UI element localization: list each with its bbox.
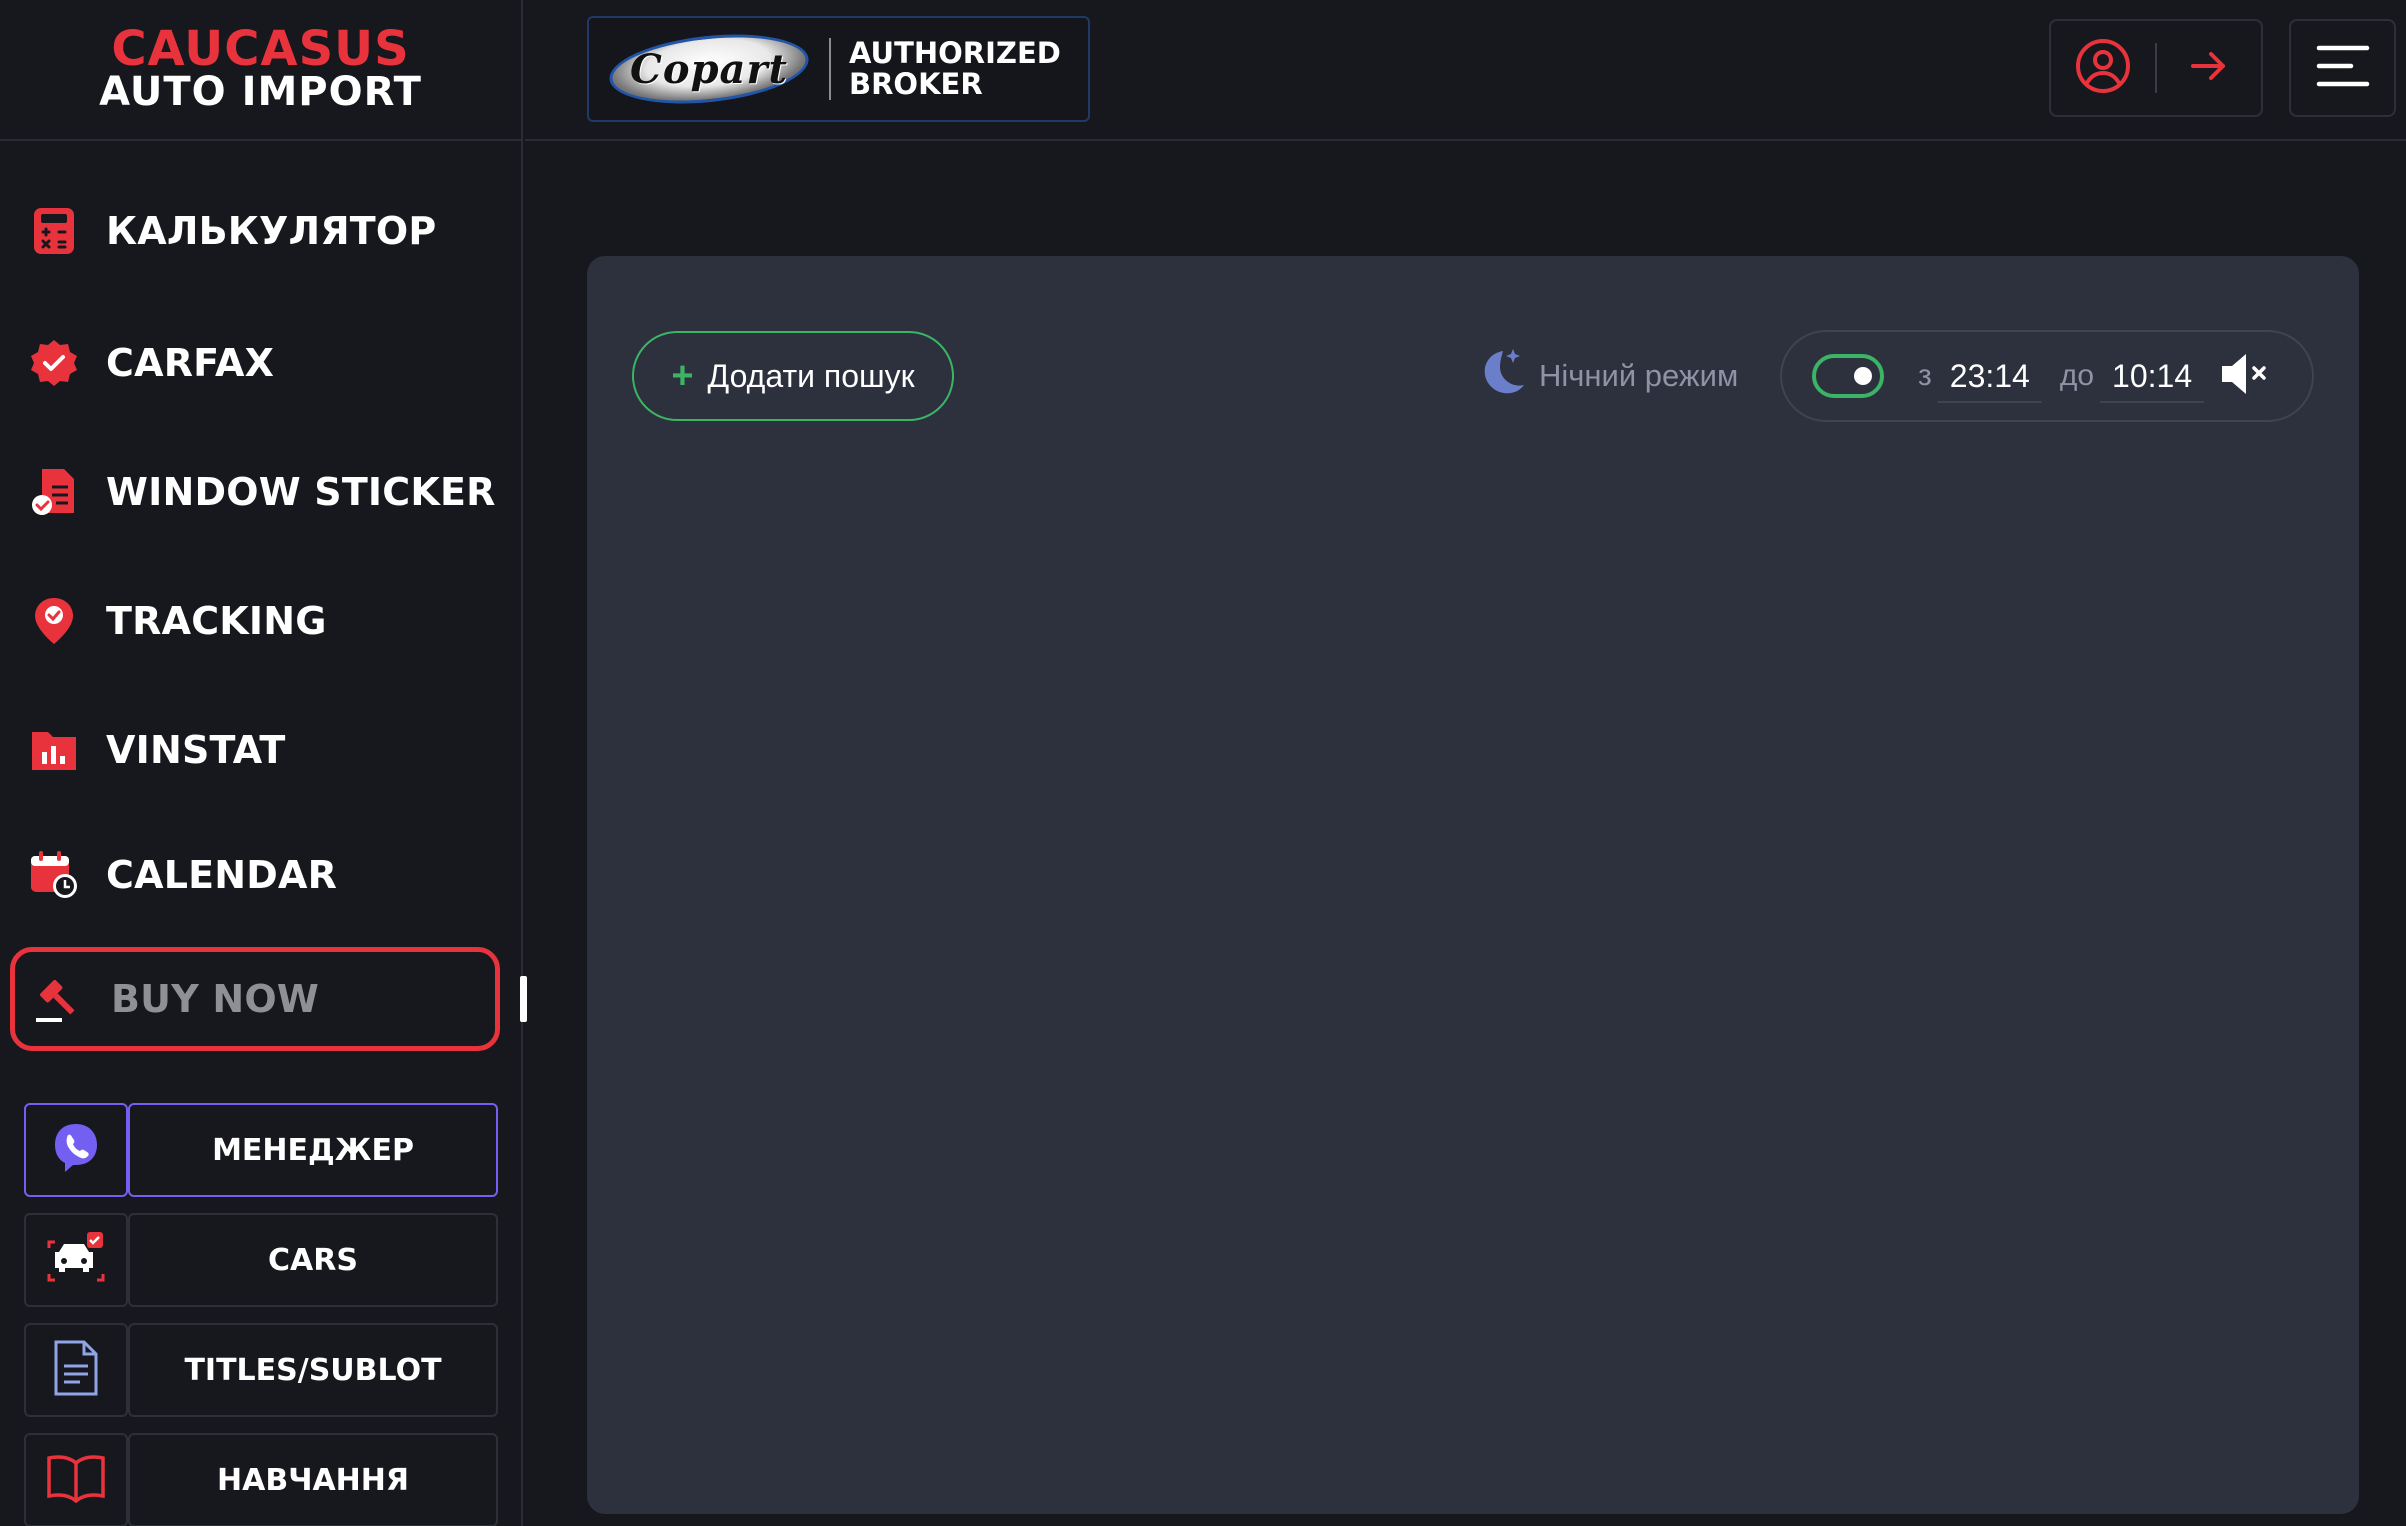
training-button[interactable]: НАВЧАННЯ xyxy=(24,1433,498,1526)
open-book-icon xyxy=(45,1453,107,1508)
gavel-icon xyxy=(33,973,85,1025)
nav-label: BUY NOW xyxy=(111,977,319,1021)
nav-item-buy-now[interactable]: BUY NOW xyxy=(10,947,500,1051)
viber-icon-box xyxy=(24,1103,128,1197)
scrollbar-thumb[interactable] xyxy=(520,976,527,1022)
viber-icon xyxy=(51,1121,101,1180)
add-search-label: Додати пошук xyxy=(707,357,915,394)
copart-logo-text: Copart xyxy=(630,45,788,93)
plus-icon: + xyxy=(671,354,694,397)
nav-item-calendar[interactable]: CALENDAR xyxy=(0,825,500,925)
nav-item-window-sticker[interactable]: WINDOW STICKER xyxy=(0,442,500,542)
manager-button[interactable]: МЕНЕДЖЕР xyxy=(24,1103,498,1197)
hamburger-menu-button[interactable] xyxy=(2289,19,2396,117)
nav-label: CALENDAR xyxy=(106,853,338,897)
night-mode-text: Нічний режим xyxy=(1539,358,1739,393)
calendar-clock-icon xyxy=(28,849,80,901)
quick-label: TITLES/SUBLOT xyxy=(128,1323,498,1417)
top-header: Copart AUTHORIZED BROKER xyxy=(525,0,2406,141)
add-search-button[interactable]: + Додати пошук xyxy=(632,331,954,421)
from-label: з xyxy=(1918,359,1932,392)
night-mode-label-group: Нічний режим xyxy=(1475,348,1738,404)
hamburger-icon xyxy=(2315,43,2371,94)
search-panel: + Додати пошук Нічний режим з 23:14 до 1… xyxy=(587,256,2359,1514)
copart-broker-badge[interactable]: Copart AUTHORIZED BROKER xyxy=(587,16,1090,122)
logo-line-2: AUTO IMPORT xyxy=(99,68,422,115)
arrow-right-icon xyxy=(2189,49,2229,88)
badge-check-icon xyxy=(28,337,80,389)
login-button[interactable] xyxy=(2157,19,2261,117)
user-circle-icon xyxy=(2075,38,2131,99)
document-check-icon xyxy=(28,466,80,518)
quick-label: МЕНЕДЖЕР xyxy=(128,1103,498,1197)
logo-line-1: CAUCASUS xyxy=(111,20,410,77)
from-time-input[interactable]: 23:14 xyxy=(1937,358,2042,403)
brand-logo[interactable]: CAUCASUS AUTO IMPORT xyxy=(0,0,521,141)
titles-icon-box xyxy=(24,1323,128,1417)
badge-divider xyxy=(829,38,831,100)
nav-label: CARFAX xyxy=(106,341,275,385)
broker-line-2: BROKER xyxy=(849,67,983,101)
nav-item-tracking[interactable]: TRACKING xyxy=(0,571,500,671)
account-group xyxy=(2049,19,2263,117)
nav-label: VINSTAT xyxy=(106,728,286,772)
to-time-input[interactable]: 10:14 xyxy=(2100,358,2205,403)
night-mode-toggle[interactable] xyxy=(1812,354,1884,398)
copart-logo: Copart xyxy=(606,25,812,113)
quick-label: CARS xyxy=(128,1213,498,1307)
nav-item-vinstat[interactable]: VINSTAT xyxy=(0,700,500,800)
sound-mute-button[interactable] xyxy=(2218,351,2270,402)
nav-item-carfax[interactable]: CARFAX xyxy=(0,313,500,413)
nav-item-calculator[interactable]: КАЛЬКУЛЯТОР xyxy=(0,181,500,281)
nav-label: TRACKING xyxy=(106,599,327,643)
training-icon-box xyxy=(24,1433,128,1526)
titles-sublot-button[interactable]: TITLES/SUBLOT xyxy=(24,1323,498,1417)
to-label: до xyxy=(2059,359,2095,392)
nav-label: КАЛЬКУЛЯТОР xyxy=(106,209,437,253)
location-pin-icon xyxy=(28,595,80,647)
broker-text: AUTHORIZED BROKER xyxy=(849,38,1061,100)
sidebar: CAUCASUS AUTO IMPORT КАЛЬКУЛЯТОР CARFAX … xyxy=(0,0,527,1526)
broker-line-1: AUTHORIZED xyxy=(849,36,1061,70)
cars-icon-box xyxy=(24,1213,128,1307)
car-check-icon xyxy=(45,1230,107,1291)
nav-label: WINDOW STICKER xyxy=(106,470,496,514)
speaker-mute-icon xyxy=(2222,353,2266,394)
night-mode-schedule: з 23:14 до 10:14 xyxy=(1780,330,2314,422)
profile-button[interactable] xyxy=(2051,19,2155,117)
calculator-icon xyxy=(28,205,80,257)
toggle-knob xyxy=(1854,367,1872,385)
quick-label: НАВЧАННЯ xyxy=(128,1433,498,1526)
moon-icon xyxy=(1475,345,1529,407)
document-icon xyxy=(52,1339,100,1402)
bar-chart-folder-icon xyxy=(28,724,80,776)
cars-button[interactable]: CARS xyxy=(24,1213,498,1307)
